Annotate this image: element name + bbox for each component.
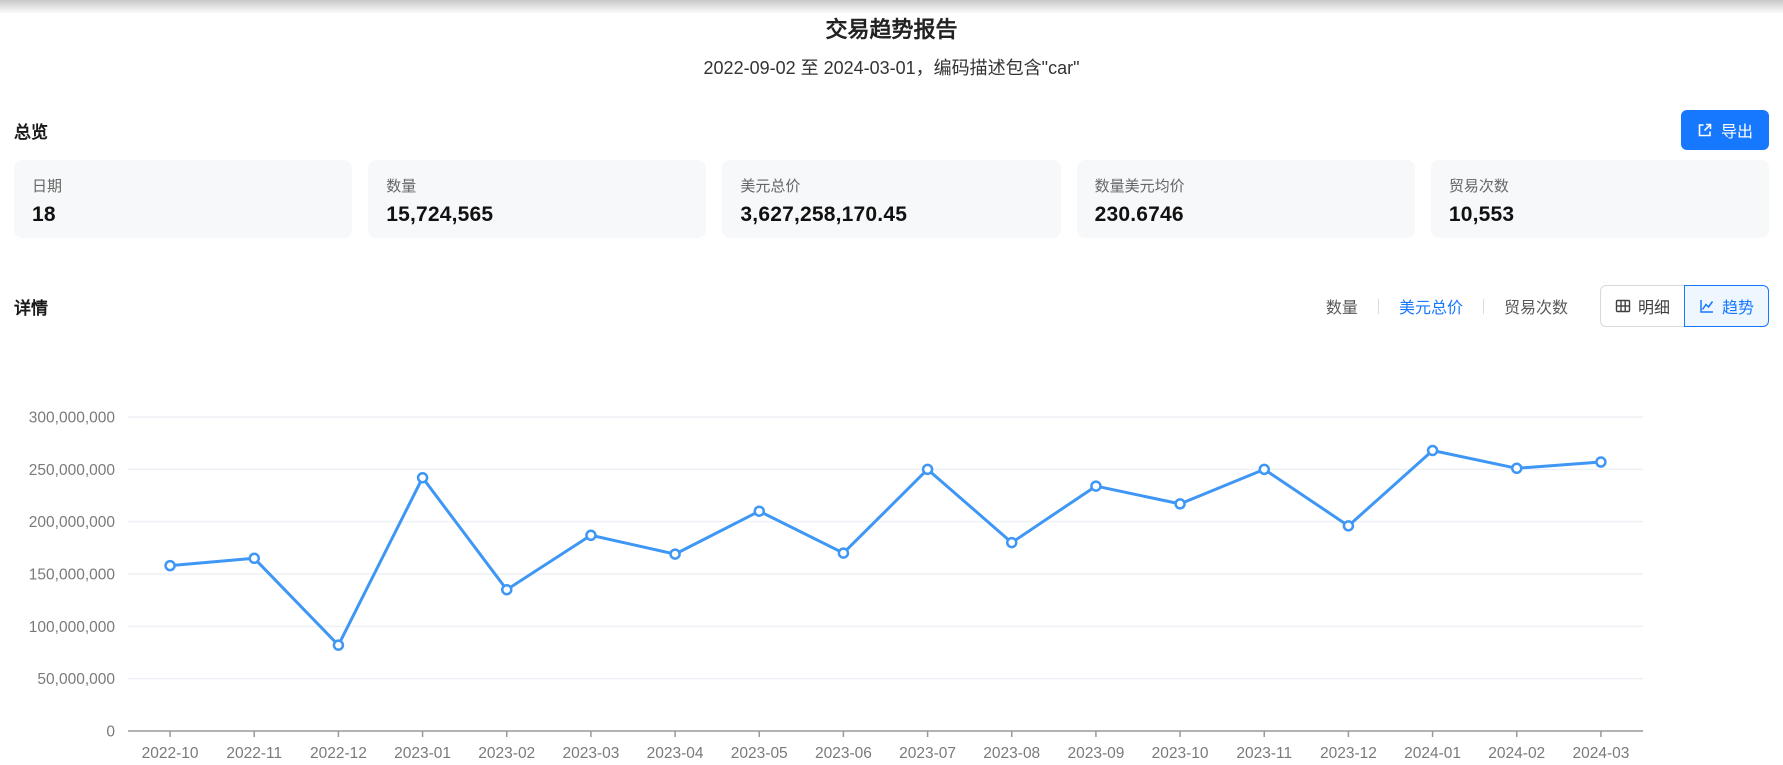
stat-card-label: 数量美元均价 (1095, 175, 1397, 196)
svg-text:2023-12: 2023-12 (1320, 745, 1377, 762)
export-button-label: 导出 (1721, 118, 1753, 142)
stat-card-value: 3,627,258,170.45 (740, 203, 1042, 227)
svg-text:2023-11: 2023-11 (1236, 745, 1292, 762)
stat-cards: 日期 18 数量 15,724,565 美元总价 3,627,258,170.4… (14, 160, 1769, 238)
metric-tab-trade-count[interactable]: 贸易次数 (1500, 294, 1572, 318)
svg-text:2022-11: 2022-11 (226, 745, 282, 762)
stat-card-label: 数量 (386, 175, 688, 196)
view-toggle-trend[interactable]: 趋势 (1684, 285, 1769, 327)
view-toggle: 明细 趋势 (1600, 285, 1769, 327)
stat-card-value: 230.6746 (1095, 203, 1397, 227)
svg-text:2023-10: 2023-10 (1152, 745, 1209, 762)
svg-text:2023-09: 2023-09 (1067, 745, 1124, 762)
stat-card-label: 日期 (32, 175, 334, 196)
metric-tab-usd-total[interactable]: 美元总价 (1395, 294, 1467, 318)
view-toggle-trend-label: 趋势 (1722, 294, 1754, 318)
svg-text:2023-01: 2023-01 (394, 745, 451, 762)
svg-text:2023-08: 2023-08 (983, 745, 1040, 762)
metric-tab-quantity[interactable]: 数量 (1322, 294, 1362, 318)
svg-text:2022-12: 2022-12 (310, 745, 367, 762)
details-header: 详情 数量 美元总价 贸易次数 明细 (14, 286, 1769, 326)
svg-text:150,000,000: 150,000,000 (29, 567, 116, 584)
view-toggle-detail[interactable]: 明细 (1600, 285, 1684, 327)
stat-card: 数量美元均价 230.6746 (1077, 160, 1415, 238)
details-section-title: 详情 (14, 294, 48, 319)
trend-chart-container[interactable]: 0 50,000,000 100,000,000 150,000,000 200,000… (14, 352, 1769, 765)
svg-text:50,000,000: 50,000,000 (37, 671, 115, 688)
stat-card-label: 美元总价 (740, 175, 1042, 196)
stat-card: 数量 15,724,565 (368, 160, 706, 238)
details-controls: 数量 美元总价 贸易次数 明细 (1322, 285, 1769, 327)
stat-card: 美元总价 3,627,258,170.45 (722, 160, 1060, 238)
svg-text:2023-05: 2023-05 (731, 745, 788, 762)
svg-text:2023-02: 2023-02 (478, 745, 535, 762)
svg-text:2023-04: 2023-04 (647, 745, 704, 762)
page-title: 交易趋势报告 (0, 12, 1783, 44)
svg-text:2023-03: 2023-03 (562, 745, 619, 762)
svg-text:2023-06: 2023-06 (815, 745, 872, 762)
trend-chart: 0 50,000,000 100,000,000 150,000,000 200,000… (14, 352, 1769, 765)
table-icon (1615, 298, 1631, 314)
export-icon (1697, 122, 1713, 138)
svg-text:100,000,000: 100,000,000 (29, 619, 116, 636)
svg-text:250,000,000: 250,000,000 (29, 462, 116, 479)
tab-separator (1483, 299, 1484, 314)
overview-header: 总览 导出 (14, 108, 1769, 152)
svg-text:2024-03: 2024-03 (1572, 745, 1629, 762)
stat-card-value: 15,724,565 (386, 203, 688, 227)
svg-text:2023-07: 2023-07 (899, 745, 956, 762)
export-button[interactable]: 导出 (1681, 110, 1769, 150)
svg-text:2022-10: 2022-10 (142, 745, 199, 762)
stat-card: 日期 18 (14, 160, 352, 238)
stat-card-value: 18 (32, 203, 334, 227)
svg-text:2024-02: 2024-02 (1488, 745, 1545, 762)
svg-text:300,000,000: 300,000,000 (29, 410, 116, 427)
overview-section-title: 总览 (14, 118, 48, 143)
stat-card: 贸易次数 10,553 (1431, 160, 1769, 238)
tab-separator (1378, 299, 1379, 314)
stat-card-value: 10,553 (1449, 203, 1751, 227)
metric-tabs: 数量 美元总价 贸易次数 (1322, 294, 1572, 318)
trend-icon (1699, 298, 1715, 314)
svg-text:0: 0 (106, 724, 115, 741)
stat-card-label: 贸易次数 (1449, 175, 1751, 196)
svg-text:200,000,000: 200,000,000 (29, 514, 116, 531)
view-toggle-detail-label: 明细 (1638, 294, 1670, 318)
page-subtitle: 2022-09-02 至 2024-03-01，编码描述包含"car" (0, 54, 1783, 80)
svg-text:2024-01: 2024-01 (1404, 745, 1461, 762)
